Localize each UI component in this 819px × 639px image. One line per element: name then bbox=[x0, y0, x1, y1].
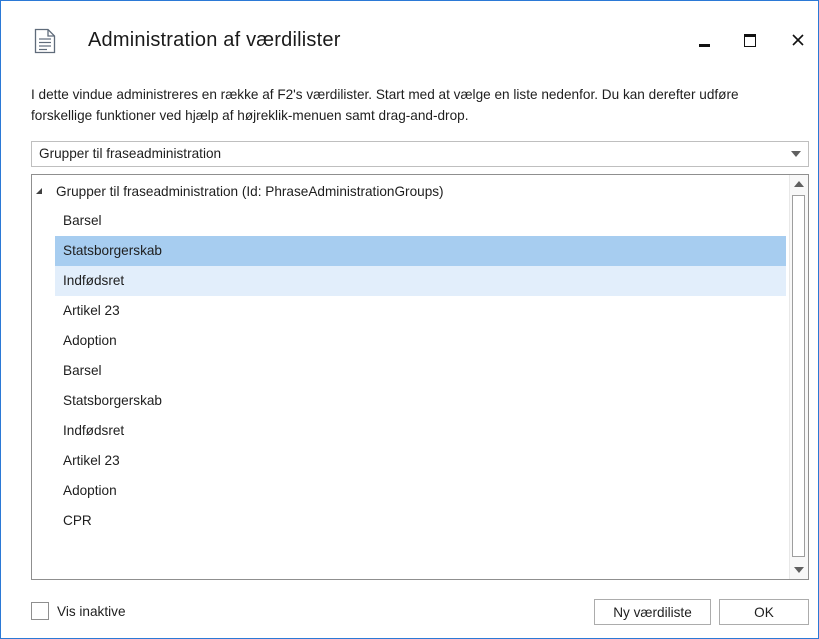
arrow-up-icon bbox=[794, 181, 804, 187]
close-button[interactable] bbox=[781, 23, 815, 57]
tree-item[interactable]: Barsel bbox=[55, 206, 786, 236]
tree-item[interactable]: Adoption bbox=[55, 326, 786, 356]
ok-button[interactable]: OK bbox=[719, 599, 809, 625]
tree-root-label: Grupper til fraseadministration (Id: Phr… bbox=[56, 184, 444, 199]
tree-item[interactable]: CPR bbox=[55, 506, 786, 536]
maximize-button[interactable] bbox=[733, 23, 767, 57]
tree-item[interactable]: Indfødsret bbox=[55, 416, 786, 446]
close-icon bbox=[792, 34, 804, 46]
tree-item[interactable]: Artikel 23 bbox=[55, 296, 786, 326]
tree-item[interactable]: Statsborgerskab bbox=[55, 386, 786, 416]
scroll-down-button[interactable] bbox=[790, 561, 808, 579]
new-value-list-button[interactable]: Ny værdiliste bbox=[594, 599, 711, 625]
list-selector-dropdown[interactable]: Grupper til fraseadministration bbox=[31, 141, 809, 167]
minimize-button[interactable] bbox=[687, 23, 721, 57]
tree-item[interactable]: Indfødsret bbox=[55, 266, 786, 296]
vertical-scrollbar[interactable] bbox=[789, 175, 808, 579]
show-inactive-label[interactable]: Vis inaktive bbox=[57, 604, 126, 619]
minimize-icon bbox=[698, 43, 710, 47]
tree-item[interactable]: Barsel bbox=[55, 356, 786, 386]
list-selector-value: Grupper til fraseadministration bbox=[39, 146, 222, 161]
tree-item[interactable]: Artikel 23 bbox=[55, 446, 786, 476]
tree-root-node[interactable]: Grupper til fraseadministration (Id: Phr… bbox=[32, 178, 782, 204]
expand-collapse-icon[interactable] bbox=[36, 188, 42, 194]
scroll-up-button[interactable] bbox=[790, 175, 808, 193]
tree-item[interactable]: Statsborgerskab bbox=[55, 236, 786, 266]
dialog-window: Administration af værdilister I dette vi… bbox=[0, 0, 819, 639]
window-title: Administration af værdilister bbox=[88, 29, 341, 51]
title-bar[interactable]: Administration af værdilister bbox=[1, 1, 818, 59]
scrollbar-thumb[interactable] bbox=[792, 195, 805, 557]
chevron-down-icon bbox=[791, 151, 801, 157]
maximize-icon bbox=[744, 33, 756, 47]
show-inactive-checkbox[interactable] bbox=[31, 602, 49, 620]
instructions-text: I dette vindue administreres en række af… bbox=[31, 87, 739, 123]
document-icon bbox=[34, 28, 56, 54]
tree-item[interactable]: Adoption bbox=[55, 476, 786, 506]
tree-children: Barsel Statsborgerskab Indfødsret Artike… bbox=[55, 206, 786, 536]
arrow-down-icon bbox=[794, 567, 804, 573]
value-list-tree[interactable]: Grupper til fraseadministration (Id: Phr… bbox=[31, 174, 809, 580]
